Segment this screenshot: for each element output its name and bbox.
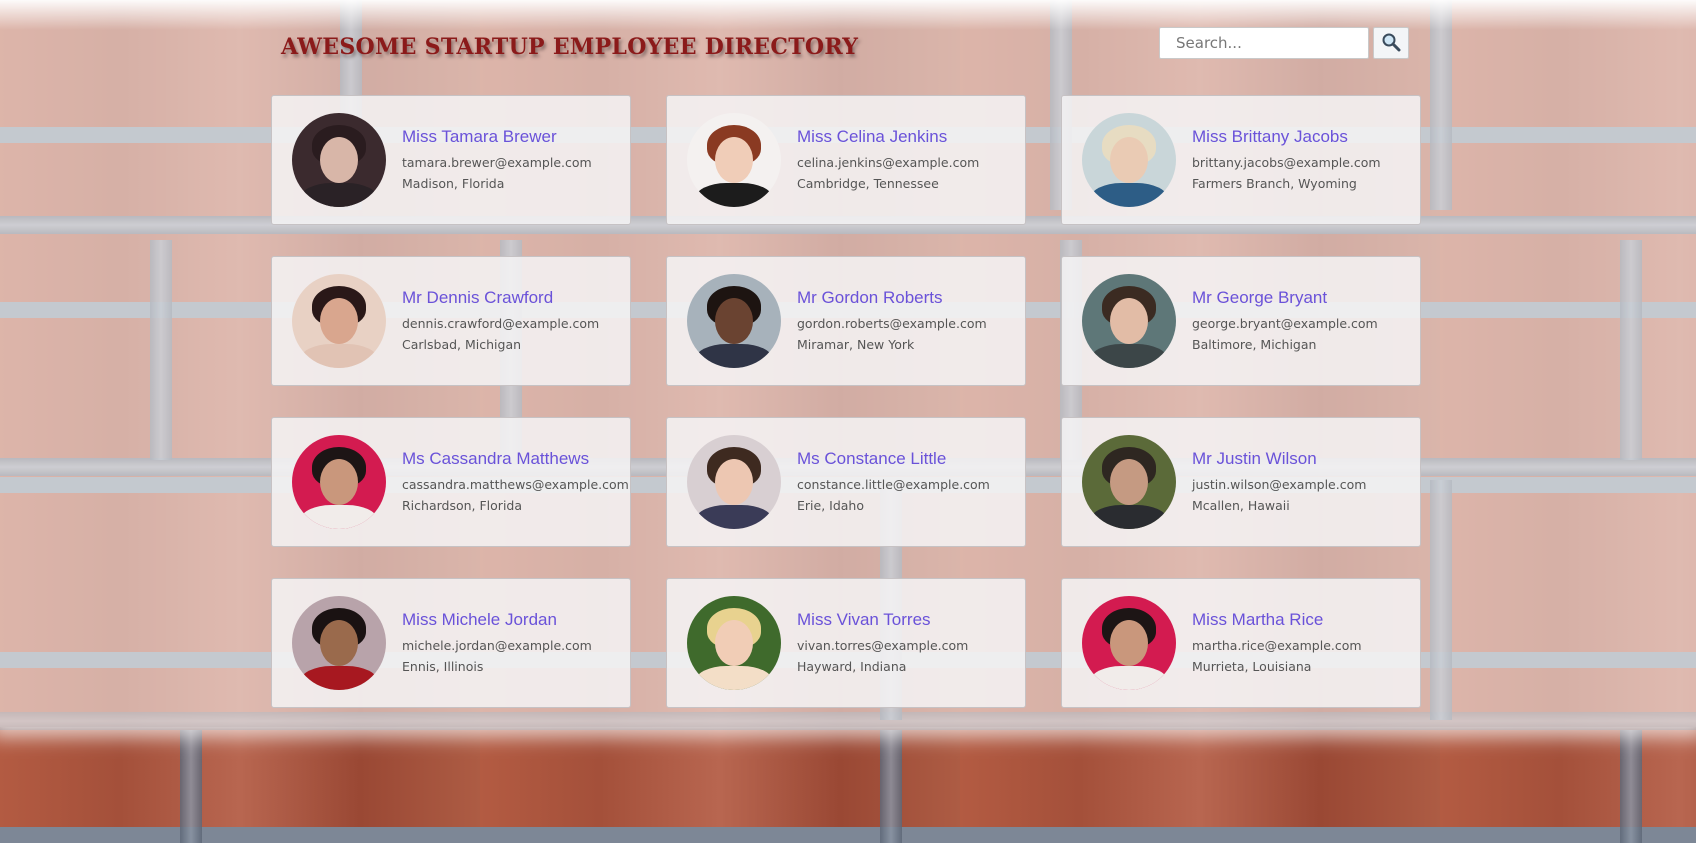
employee-email: dennis.crawford@example.com	[402, 315, 600, 331]
search-input[interactable]	[1159, 27, 1369, 59]
employee-info: Ms Constance Little constance.little@exa…	[797, 449, 990, 516]
employee-avatar	[292, 274, 386, 368]
employee-card[interactable]: Mr Gordon Roberts gordon.roberts@example…	[666, 256, 1026, 386]
page-title: AWESOME STARTUP EMPLOYEE DIRECTORY	[281, 34, 859, 60]
employee-location: Erie, Idaho	[797, 497, 864, 513]
employee-location: Mcallen, Hawaii	[1192, 497, 1290, 513]
employee-card[interactable]: Mr George Bryant george.bryant@example.c…	[1061, 256, 1421, 386]
employee-avatar	[292, 113, 386, 207]
employee-info: Miss Martha Rice martha.rice@example.com…	[1192, 610, 1362, 677]
employee-card[interactable]: Mr Dennis Crawford dennis.crawford@examp…	[271, 256, 631, 386]
employee-email: justin.wilson@example.com	[1192, 476, 1367, 492]
employee-avatar	[1082, 113, 1176, 207]
employee-email: celina.jenkins@example.com	[797, 154, 980, 170]
employee-name: Miss Martha Rice	[1192, 609, 1324, 629]
search-button[interactable]	[1373, 27, 1409, 59]
employee-name: Miss Celina Jenkins	[797, 126, 948, 146]
employee-name: Miss Brittany Jacobs	[1192, 126, 1348, 146]
employee-location: Madison, Florida	[402, 175, 505, 191]
employee-email: vivan.torres@example.com	[797, 637, 969, 653]
employee-avatar	[292, 435, 386, 529]
employee-name: Miss Tamara Brewer	[402, 126, 557, 146]
employee-name: Ms Constance Little	[797, 448, 947, 468]
employee-location: Carlsbad, Michigan	[402, 336, 522, 352]
employee-location: Cambridge, Tennessee	[797, 175, 939, 191]
employee-avatar	[687, 596, 781, 690]
employee-info: Mr Gordon Roberts gordon.roberts@example…	[797, 288, 987, 355]
employee-avatar	[687, 113, 781, 207]
employee-card[interactable]: Mr Justin Wilson justin.wilson@example.c…	[1061, 417, 1421, 547]
employee-location: Baltimore, Michigan	[1192, 336, 1317, 352]
employee-card[interactable]: Miss Celina Jenkins celina.jenkins@examp…	[666, 95, 1026, 225]
employee-info: Mr Justin Wilson justin.wilson@example.c…	[1192, 449, 1366, 516]
employee-name: Mr Dennis Crawford	[402, 287, 554, 307]
employee-card[interactable]: Miss Vivan Torres vivan.torres@example.c…	[666, 578, 1026, 708]
employee-info: Miss Celina Jenkins celina.jenkins@examp…	[797, 127, 979, 194]
page-header: AWESOME STARTUP EMPLOYEE DIRECTORY	[0, 0, 1696, 90]
employee-avatar	[687, 274, 781, 368]
employee-card[interactable]: Ms Cassandra Matthews cassandra.matthews…	[271, 417, 631, 547]
employee-email: george.bryant@example.com	[1192, 315, 1378, 331]
employee-name: Mr Justin Wilson	[1192, 448, 1317, 468]
employee-location: Ennis, Illinois	[402, 658, 484, 674]
employee-email: gordon.roberts@example.com	[797, 315, 987, 331]
employee-name: Mr Gordon Roberts	[797, 287, 943, 307]
employee-name: Mr George Bryant	[1192, 287, 1328, 307]
employee-email: tamara.brewer@example.com	[402, 154, 592, 170]
employee-info: Mr George Bryant george.bryant@example.c…	[1192, 288, 1378, 355]
employee-info: Miss Tamara Brewer tamara.brewer@example…	[402, 127, 592, 194]
employee-avatar	[292, 596, 386, 690]
employee-avatar	[1082, 435, 1176, 529]
employee-info: Miss Vivan Torres vivan.torres@example.c…	[797, 610, 968, 677]
employee-email: michele.jordan@example.com	[402, 637, 592, 653]
employee-info: Miss Michele Jordan michele.jordan@examp…	[402, 610, 592, 677]
employee-email: brittany.jacobs@example.com	[1192, 154, 1381, 170]
magnifier-icon	[1381, 32, 1401, 55]
employee-card[interactable]: Miss Michele Jordan michele.jordan@examp…	[271, 578, 631, 708]
employee-info: Mr Dennis Crawford dennis.crawford@examp…	[402, 288, 599, 355]
employee-avatar	[687, 435, 781, 529]
employee-email: martha.rice@example.com	[1192, 637, 1362, 653]
employee-card[interactable]: Miss Tamara Brewer tamara.brewer@example…	[271, 95, 631, 225]
search-form	[1159, 27, 1409, 59]
employee-email: cassandra.matthews@example.com	[402, 476, 629, 492]
employee-card[interactable]: Miss Brittany Jacobs brittany.jacobs@exa…	[1061, 95, 1421, 225]
employee-avatar	[1082, 596, 1176, 690]
employee-location: Richardson, Florida	[402, 497, 523, 513]
employee-name: Miss Vivan Torres	[797, 609, 931, 629]
employee-info: Miss Brittany Jacobs brittany.jacobs@exa…	[1192, 127, 1381, 194]
employee-location: Farmers Branch, Wyoming	[1192, 175, 1357, 191]
employee-name: Miss Michele Jordan	[402, 609, 557, 629]
employee-info: Ms Cassandra Matthews cassandra.matthews…	[402, 449, 629, 516]
employee-grid: Miss Tamara Brewer tamara.brewer@example…	[271, 95, 1421, 708]
employee-card[interactable]: Miss Martha Rice martha.rice@example.com…	[1061, 578, 1421, 708]
employee-email: constance.little@example.com	[797, 476, 990, 492]
employee-avatar	[1082, 274, 1176, 368]
employee-location: Miramar, New York	[797, 336, 915, 352]
employee-name: Ms Cassandra Matthews	[402, 448, 590, 468]
employee-card[interactable]: Ms Constance Little constance.little@exa…	[666, 417, 1026, 547]
employee-location: Hayward, Indiana	[797, 658, 907, 674]
employee-location: Murrieta, Louisiana	[1192, 658, 1312, 674]
